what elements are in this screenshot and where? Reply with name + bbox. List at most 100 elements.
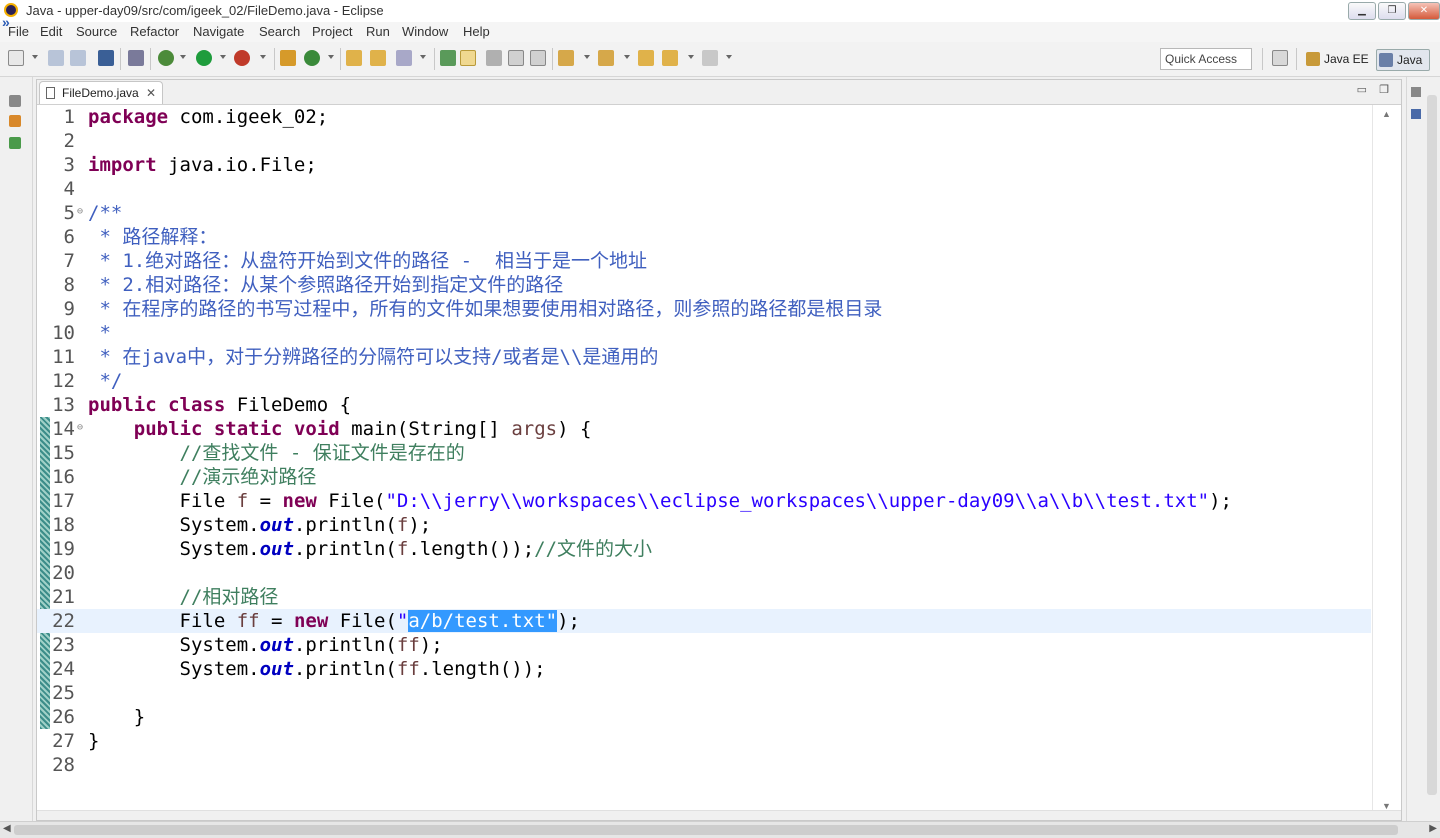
editor-horizontal-scrollbar[interactable] bbox=[37, 810, 1401, 820]
code-line[interactable]: 12 */ bbox=[37, 369, 1371, 393]
code-line[interactable]: 14 ⊖ public static void main(String[] arg… bbox=[37, 417, 1371, 441]
code-line[interactable]: 20 bbox=[37, 561, 1371, 585]
close-icon[interactable]: ✕ bbox=[146, 82, 156, 104]
code-line[interactable]: 4 bbox=[37, 177, 1371, 201]
code-line[interactable]: 24 System.out.println(ff.length()); bbox=[37, 657, 1371, 681]
console-icon[interactable] bbox=[98, 50, 114, 66]
maximize-icon[interactable]: ❐ bbox=[1379, 83, 1389, 96]
fold-toggle-icon[interactable]: ⊖ bbox=[77, 200, 83, 224]
code-line[interactable]: 3 import java.io.File; bbox=[37, 153, 1371, 177]
editor-overview-ruler[interactable]: ▲ ▼ bbox=[1372, 105, 1401, 813]
dropdown-arrow-icon[interactable] bbox=[260, 55, 266, 59]
code-line[interactable]: 8 * 2.相对路径：从某个参照路径开始到指定文件的路径 bbox=[37, 273, 1371, 297]
search-icon[interactable] bbox=[396, 50, 412, 66]
code-line[interactable]: 5 ⊖/** bbox=[37, 201, 1371, 225]
maximize-button[interactable]: ❐ bbox=[1378, 2, 1406, 20]
code-line[interactable]: 13 public class FileDemo { bbox=[37, 393, 1371, 417]
menu-refactor[interactable]: Refactor bbox=[130, 24, 179, 39]
menu-run[interactable]: Run bbox=[366, 24, 390, 39]
perspective-java[interactable]: Java bbox=[1376, 49, 1430, 71]
code-line[interactable]: 23 System.out.println(ff); bbox=[37, 633, 1371, 657]
dropdown-arrow-icon[interactable] bbox=[32, 55, 38, 59]
code-line[interactable]: 11 * 在java中，对于分辨路径的分隔符可以支持/或者是\\是通用的 bbox=[37, 345, 1371, 369]
code-line[interactable]: 21 //相对路径 bbox=[37, 585, 1371, 609]
open-resource-icon[interactable] bbox=[370, 50, 386, 66]
close-button[interactable]: ✕ bbox=[1408, 2, 1440, 20]
code-line[interactable]: 9 * 在程序的路径的书写过程中，所有的文件如果想要使用相对路径，则参照的路径都… bbox=[37, 297, 1371, 321]
menu-search[interactable]: Search bbox=[259, 24, 300, 39]
scroll-up-icon[interactable]: ▲ bbox=[1382, 109, 1391, 119]
new-package-icon[interactable] bbox=[280, 50, 296, 66]
code-line[interactable]: 22 File ff = new File("a/b/test.txt"); bbox=[37, 609, 1371, 633]
minimize-icon[interactable]: ▭ bbox=[1357, 83, 1367, 96]
dropdown-arrow-icon[interactable] bbox=[726, 55, 732, 59]
back-icon[interactable] bbox=[662, 50, 678, 66]
perspective-java-ee[interactable]: Java EE bbox=[1306, 49, 1369, 69]
menu-navigate[interactable]: Navigate bbox=[193, 24, 244, 39]
package-explorer-icon[interactable] bbox=[9, 115, 21, 127]
code-line[interactable]: 6 * 路径解释： bbox=[37, 225, 1371, 249]
scrollbar-thumb[interactable] bbox=[1427, 95, 1437, 795]
menu-project[interactable]: Project bbox=[312, 24, 352, 39]
dropdown-arrow-icon[interactable] bbox=[420, 55, 426, 59]
save-all-icon[interactable] bbox=[70, 50, 86, 66]
open-type-icon[interactable] bbox=[346, 50, 362, 66]
menu-edit[interactable]: Edit bbox=[40, 24, 62, 39]
block-selection-icon[interactable] bbox=[486, 50, 502, 66]
new-class-icon[interactable] bbox=[304, 50, 320, 66]
code-line[interactable]: 27} bbox=[37, 729, 1371, 753]
code-line[interactable]: 15 //查找文件 - 保证文件是存在的 bbox=[37, 441, 1371, 465]
minimize-button[interactable]: ▁ bbox=[1348, 2, 1376, 20]
code-line[interactable]: 2 bbox=[37, 129, 1371, 153]
show-whitespace-icon[interactable] bbox=[508, 50, 524, 66]
scroll-left-icon[interactable]: ◀ bbox=[3, 823, 11, 834]
code-line[interactable]: 10 * bbox=[37, 321, 1371, 345]
code-line[interactable]: 18 System.out.println(f); bbox=[37, 513, 1371, 537]
quick-access-input[interactable]: Quick Access bbox=[1160, 48, 1252, 70]
code-line[interactable]: 1 package com.igeek_02; bbox=[37, 105, 1371, 129]
fold-toggle-icon[interactable]: ⊖ bbox=[77, 416, 83, 440]
run-icon[interactable] bbox=[196, 50, 212, 66]
code-editor[interactable]: 1 package com.igeek_02; 2 3 import java.io.F… bbox=[37, 105, 1371, 813]
tab-filedemo-java[interactable]: FileDemo.java ✕ bbox=[39, 81, 163, 104]
dropdown-arrow-icon[interactable] bbox=[328, 55, 334, 59]
window-horizontal-scrollbar[interactable]: ◀ ▶ bbox=[0, 821, 1440, 838]
skip-breakpoints-icon[interactable] bbox=[128, 50, 144, 66]
scrollbar-thumb[interactable] bbox=[14, 825, 1398, 835]
scroll-right-icon[interactable]: ▶ bbox=[1429, 823, 1437, 834]
outline-icon[interactable] bbox=[1411, 109, 1421, 119]
code-line[interactable]: 17 File f = new File("D:\\jerry\\workspa… bbox=[37, 489, 1371, 513]
dropdown-arrow-icon[interactable] bbox=[584, 55, 590, 59]
hierarchy-icon[interactable] bbox=[9, 137, 21, 149]
code-line[interactable]: 28 bbox=[37, 753, 1371, 777]
dropdown-arrow-icon[interactable] bbox=[220, 55, 226, 59]
menu-source[interactable]: Source bbox=[76, 24, 117, 39]
window-vertical-scrollbar[interactable] bbox=[1424, 77, 1440, 821]
dropdown-arrow-icon[interactable] bbox=[624, 55, 630, 59]
dropdown-arrow-icon[interactable] bbox=[180, 55, 186, 59]
restore-icon[interactable] bbox=[1411, 87, 1421, 97]
annotation-icon[interactable] bbox=[440, 50, 456, 66]
external-tools-icon[interactable] bbox=[234, 50, 250, 66]
debug-icon[interactable] bbox=[158, 50, 174, 66]
code-line[interactable]: 26 } bbox=[37, 705, 1371, 729]
next-annotation-icon[interactable] bbox=[558, 50, 574, 66]
code-line[interactable]: 7 * 1.绝对路径：从盘符开始到文件的路径 - 相当于是一个地址 bbox=[37, 249, 1371, 273]
previous-annotation-icon[interactable] bbox=[598, 50, 614, 66]
dropdown-arrow-icon[interactable] bbox=[688, 55, 694, 59]
code-line[interactable]: 16 //演示绝对路径 bbox=[37, 465, 1371, 489]
open-perspective-icon[interactable] bbox=[1272, 50, 1288, 66]
last-edit-location-icon[interactable] bbox=[638, 50, 654, 66]
menu-help[interactable]: Help bbox=[463, 24, 490, 39]
menu-file[interactable]: File bbox=[8, 24, 29, 39]
forward-icon[interactable] bbox=[702, 50, 718, 66]
code-line[interactable]: 19 System.out.println(f.length());//文件的大… bbox=[37, 537, 1371, 561]
save-icon[interactable] bbox=[48, 50, 64, 66]
code-line[interactable]: 25 bbox=[37, 681, 1371, 705]
restore-icon[interactable] bbox=[9, 95, 21, 107]
perspective-label: Java EE bbox=[1324, 52, 1369, 66]
mark-occurrences-icon[interactable] bbox=[460, 50, 476, 66]
menu-window[interactable]: Window bbox=[402, 24, 448, 39]
pilcrow-icon[interactable] bbox=[530, 50, 546, 66]
new-icon[interactable] bbox=[8, 50, 24, 66]
